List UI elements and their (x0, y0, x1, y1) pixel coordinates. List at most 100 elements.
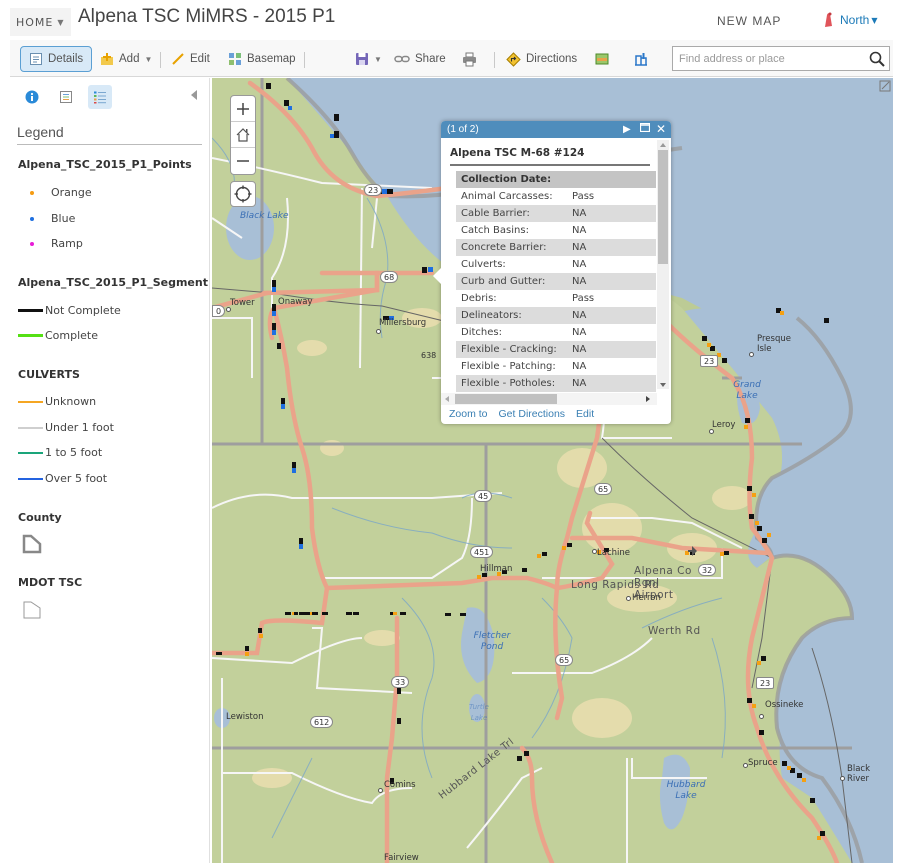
collapse-panel-icon[interactable] (191, 90, 197, 100)
popup-actions: Zoom to Get Directions Edit (449, 408, 594, 420)
route-shield: 612 (310, 716, 334, 728)
zoom-in-button[interactable] (231, 96, 255, 122)
save-disk-icon (356, 53, 368, 65)
tab-legend[interactable] (88, 85, 112, 109)
search-field[interactable] (672, 46, 890, 71)
zoom-to-link[interactable]: Zoom to (449, 408, 488, 420)
toolbar-divider (160, 52, 161, 68)
new-map-button[interactable]: NEW MAP (717, 14, 781, 28)
edit-feature-link[interactable]: Edit (576, 408, 594, 420)
print-button[interactable] (462, 46, 477, 72)
legend-item-label: Complete (45, 329, 99, 342)
chevron-down-icon: ▼ (57, 17, 65, 27)
popup-header: (1 of 2) ▶ ✕ (441, 121, 671, 138)
town-marker (759, 714, 764, 719)
attribute-field: Delineators: (461, 310, 522, 321)
popup-title: Alpena TSC M-68 #124 (450, 147, 585, 159)
town-marker (709, 429, 714, 434)
add-label: Add (119, 53, 140, 65)
add-button[interactable]: Add ▼ (100, 46, 152, 72)
route-shield: 32 (698, 564, 717, 576)
attribute-field: Flexible - Patching: (461, 361, 556, 372)
label-ossineke: Ossineke (765, 700, 804, 710)
attribute-field: Curb and Gutter: (461, 276, 546, 287)
home-extent-button[interactable] (231, 122, 255, 148)
county-polygon-symbol (22, 534, 42, 554)
chevron-down-icon: ▼ (871, 15, 878, 25)
attribute-value: NA (572, 259, 587, 270)
printer-icon (463, 52, 476, 66)
scrollbar-thumb[interactable] (455, 394, 557, 404)
popup-vertical-scrollbar[interactable] (657, 140, 669, 389)
scroll-left-arrow[interactable] (445, 396, 449, 402)
route-shield: 68 (380, 271, 399, 283)
app-root: HOME ▼ Alpena TSC MiMRS - 2015 P1 NEW MA… (0, 0, 900, 863)
next-feature-icon[interactable]: ▶ (623, 123, 631, 136)
attribute-field: Ditches: (461, 327, 502, 338)
attribute-row: Curb and Gutter: NA (456, 273, 656, 290)
attribute-value: NA (572, 276, 587, 287)
label-lewiston: Lewiston (226, 712, 264, 722)
legend-item-label: 1 to 5 foot (45, 446, 103, 459)
legend-item: Not Complete (18, 304, 121, 317)
basemap-button[interactable]: Basemap (228, 46, 296, 72)
share-button[interactable]: Share (394, 46, 446, 72)
save-button[interactable]: ▼ (355, 46, 382, 72)
legend-item: Unknown (18, 395, 96, 408)
attribute-value: NA (572, 242, 587, 253)
close-icon[interactable]: ✕ (656, 123, 666, 136)
maximize-icon[interactable] (639, 122, 651, 136)
user-menu[interactable]: North ▼ (822, 12, 878, 28)
legend-icon (94, 91, 106, 104)
legend-layer-mdot-tsc: MDOT TSC (18, 576, 83, 589)
toolbar-divider (304, 52, 305, 68)
scrollbar-thumb[interactable] (658, 150, 668, 264)
pencil-icon (172, 53, 184, 65)
town-marker (378, 788, 383, 793)
scroll-up-arrow[interactable] (660, 143, 666, 147)
black-line-symbol (18, 309, 43, 312)
app-header: HOME ▼ Alpena TSC MiMRS - 2015 P1 NEW MA… (0, 0, 900, 40)
blue-dot-symbol (30, 216, 34, 221)
details-label: Details (48, 53, 84, 65)
label-comins: Comins (384, 780, 416, 790)
tab-content[interactable] (54, 85, 78, 109)
teal-line-symbol (18, 451, 43, 454)
tab-about[interactable] (20, 85, 44, 109)
label-spruce: Spruce (748, 758, 778, 768)
attribute-row: Catch Basins: NA (456, 222, 656, 239)
zoom-out-button[interactable] (231, 148, 255, 174)
attribute-row: Concrete Barrier: NA (456, 239, 656, 256)
locate-button[interactable] (230, 181, 256, 207)
bookmarks-button[interactable] (634, 46, 648, 72)
label-werth-rd: Werth Rd (648, 625, 701, 637)
scroll-right-arrow[interactable] (646, 396, 650, 402)
attribute-field: Cable Barrier: (461, 208, 530, 219)
directions-button[interactable]: Directions (506, 46, 577, 72)
ramp-dot-symbol (30, 241, 34, 246)
map-title: Alpena TSC MiMRS - 2015 P1 (78, 6, 336, 27)
chevron-down-icon: ▼ (374, 54, 382, 64)
search-input[interactable] (673, 47, 865, 70)
directions-sign-icon (506, 51, 521, 67)
popup-pager: (1 of 2) (447, 124, 479, 135)
search-button[interactable] (865, 47, 889, 71)
attribute-value: NA (572, 208, 587, 219)
measure-button[interactable] (595, 46, 609, 72)
route-shield: 65 (555, 654, 574, 666)
details-button[interactable]: Details (20, 46, 93, 72)
town-marker (743, 763, 748, 768)
legend-item-label: Unknown (45, 395, 97, 408)
scroll-down-arrow[interactable] (660, 383, 666, 387)
label-hillman: Hillman (480, 564, 513, 574)
panel-tabs (20, 85, 112, 109)
legend-item-label: Under 1 foot (45, 421, 114, 434)
home-menu-button[interactable]: HOME ▼ (10, 8, 71, 36)
edit-button[interactable]: Edit (171, 46, 210, 72)
legend-item: Ramp (18, 237, 83, 250)
label-hubbard-lake: Hubbard Lake (666, 780, 706, 801)
popup-horizontal-scrollbar[interactable] (441, 393, 657, 405)
get-directions-link[interactable]: Get Directions (499, 408, 566, 420)
add-layer-icon (101, 53, 113, 65)
fullscreen-icon[interactable] (879, 80, 891, 92)
